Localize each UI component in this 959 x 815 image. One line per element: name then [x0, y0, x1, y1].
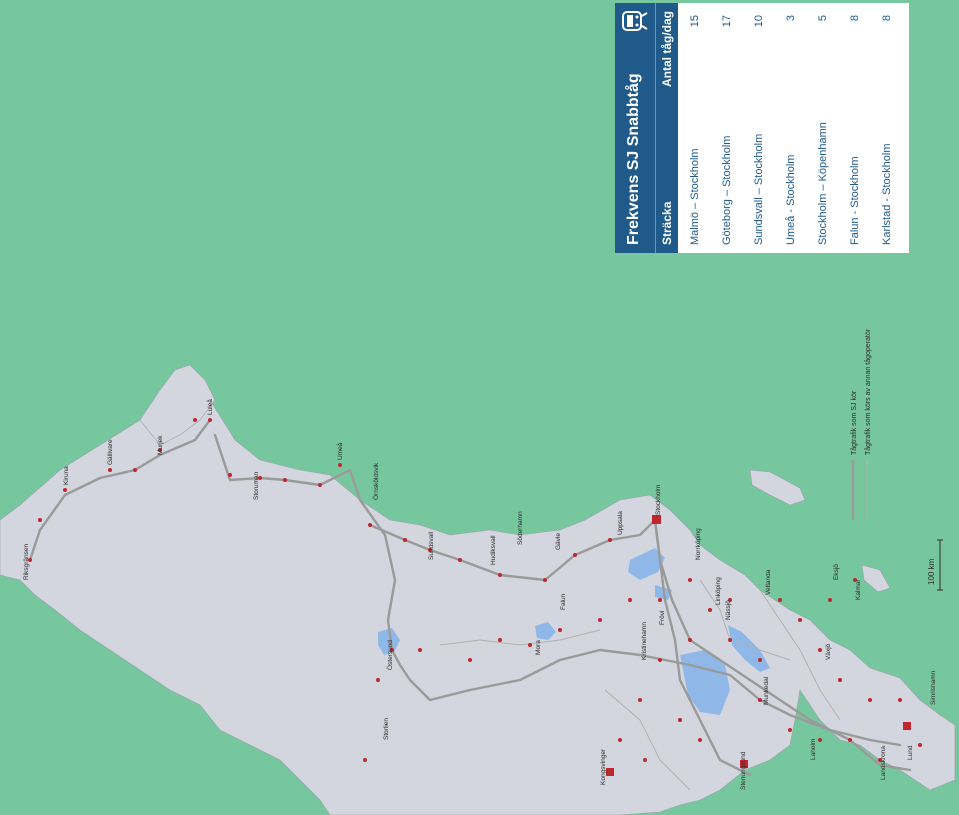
city-label: Kiruna	[63, 466, 70, 485]
city-label: Murjek	[157, 435, 164, 455]
column-count-header: Antal tåg/dag	[660, 11, 674, 88]
route-name: Malmö – Stockholm	[689, 148, 701, 245]
route-name: Göteborg – Stockholm	[721, 135, 733, 245]
city-label: Norrköping	[695, 528, 702, 560]
city-label: Simrishamn	[930, 670, 937, 705]
city-label: Falun	[560, 593, 567, 610]
route-count: 3	[785, 15, 797, 22]
city-label: Munkedal	[763, 676, 770, 705]
oslo-hub	[606, 768, 614, 776]
route-row: Karlstad - Stockholm 8	[873, 3, 901, 253]
city-label: Frövi	[659, 611, 666, 625]
city-label: Kristinehamn	[641, 622, 648, 660]
route-count: 5	[817, 15, 829, 22]
city-label: Luleå	[206, 399, 214, 415]
route-name: Falun - Stockholm	[849, 156, 861, 245]
city-label: Växjö	[825, 643, 832, 660]
city-label: Sundsvall	[428, 531, 435, 560]
legend-other-label: Tågtrafik som körs av annan tågoperatör	[864, 328, 872, 455]
route-count: 17	[721, 15, 733, 28]
legend: Tågtrafik som SJ kör Tågtrafik som körs …	[850, 328, 872, 520]
city-label: Storlien	[383, 718, 390, 740]
city-label: Storuman	[253, 471, 260, 500]
city-label: Kalmar	[855, 579, 862, 600]
city-label: Eksjö	[833, 564, 840, 580]
oland-island	[861, 564, 891, 593]
city-label: Riksgränsen	[23, 543, 30, 580]
gotland-island	[749, 469, 806, 506]
route-row: Umeå - Stockholm 3	[777, 3, 805, 253]
column-route-header: Sträcka	[660, 201, 674, 245]
city-label: Laholm	[810, 739, 817, 760]
city-label: Hudiksvall	[490, 535, 497, 565]
city-label: Lund	[907, 745, 914, 760]
map-canvas: Riksgränsen Kiruna Gällivare Murjek Lule…	[0, 0, 959, 815]
route-count: 10	[753, 15, 765, 28]
panel-column-header: Sträcka Antal tåg/dag	[655, 3, 678, 253]
city-label: Örnsköldsvik	[372, 462, 380, 500]
city-label: Östersund	[386, 640, 394, 670]
city-label: Mora	[535, 640, 542, 655]
train-icon	[622, 11, 648, 31]
frequency-panel: Frekvens SJ Snabbtåg Sträcka Antal tåg/d…	[615, 3, 909, 253]
route-count: 8	[849, 15, 861, 22]
city-label: Stenungsund	[740, 751, 747, 790]
city-label: Vetlanda	[765, 569, 772, 595]
city-label: Umeå	[336, 442, 344, 460]
route-name: Sundsvall – Stockholm	[753, 133, 765, 245]
route-count: 8	[881, 15, 893, 22]
legend-sj-label: Tågtrafik som SJ kör	[850, 390, 858, 455]
scale-label: 100 km	[927, 558, 936, 585]
city-label: Uppsala	[617, 511, 624, 535]
route-count: 15	[689, 15, 701, 28]
stockholm-hub	[652, 515, 661, 524]
malmo-hub	[903, 722, 911, 730]
city-label: Landskrona	[880, 746, 887, 780]
scale-bar: 100 km	[927, 539, 943, 591]
city-label: Gällivare	[107, 439, 114, 465]
panel-title: Frekvens SJ Snabbtåg	[625, 73, 642, 245]
route-row: Stockholm – Köpenhamn 5	[809, 3, 837, 253]
city-label: Gävle	[555, 533, 562, 550]
route-row: Göteborg – Stockholm 17	[713, 3, 741, 253]
route-row: Falun - Stockholm 8	[841, 3, 869, 253]
panel-header: Frekvens SJ Snabbtåg	[615, 3, 655, 253]
route-row: Malmö – Stockholm 15	[681, 3, 709, 253]
city-label: Linköping	[715, 577, 722, 605]
city-label: Söderhamn	[517, 511, 524, 545]
city-label: Kongsvinger	[600, 748, 607, 785]
route-name: Karlstad - Stockholm	[881, 143, 893, 245]
route-name: Umeå - Stockholm	[785, 154, 797, 245]
frequency-panel-content: Frekvens SJ Snabbtåg Sträcka Antal tåg/d…	[615, 3, 909, 253]
city-label: Nässjö	[725, 600, 732, 620]
route-name: Stockholm – Köpenhamn	[817, 122, 829, 245]
city-label: Stockholm	[655, 485, 662, 515]
route-row: Sundsvall – Stockholm 10	[745, 3, 773, 253]
